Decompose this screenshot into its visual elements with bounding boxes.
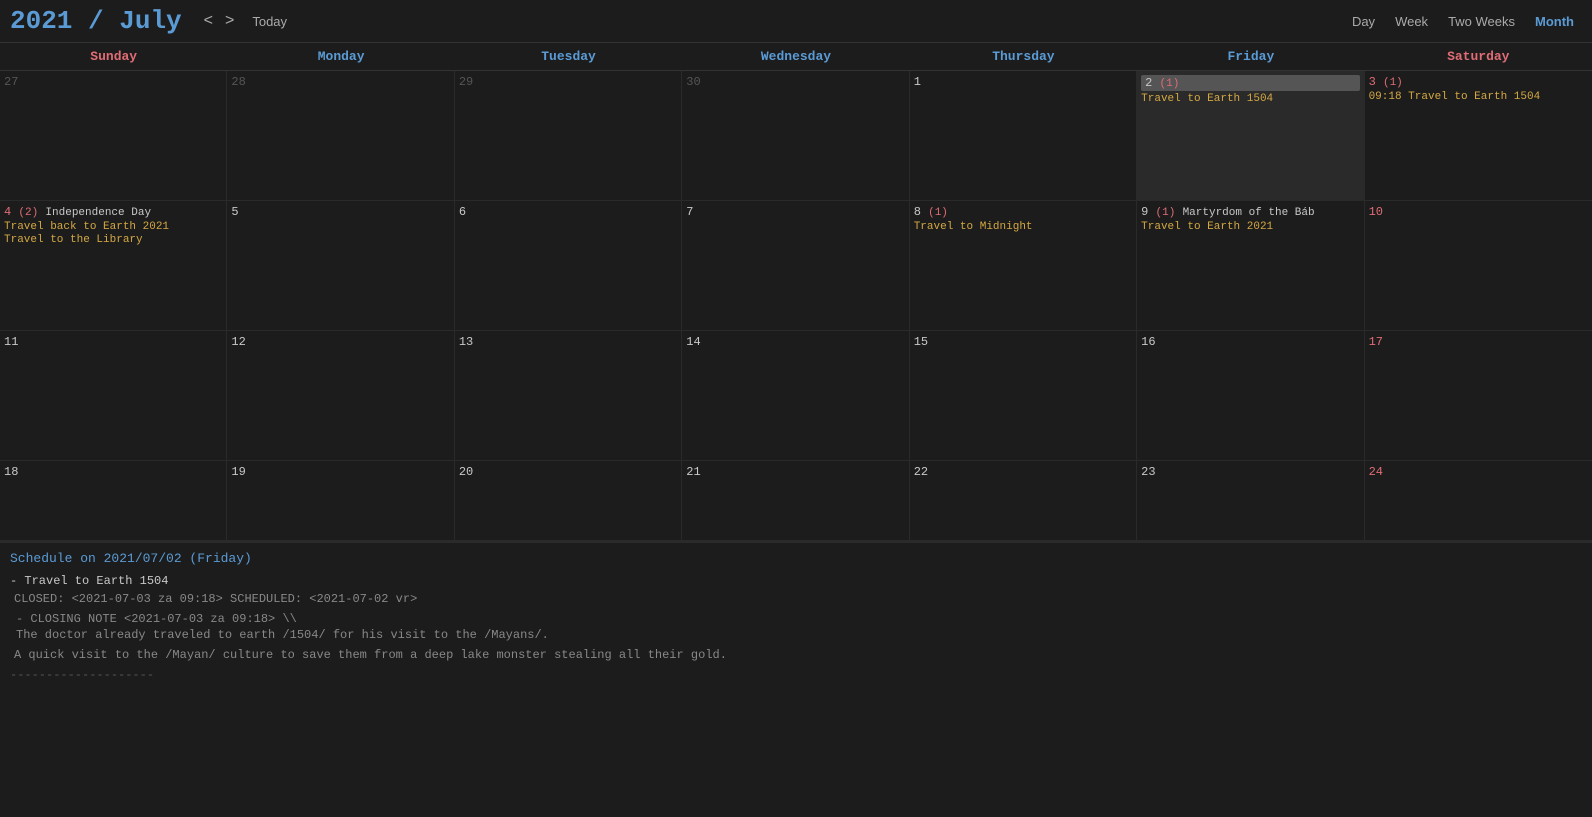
table-row[interactable]: 15 <box>910 331 1137 461</box>
day-number: 30 <box>686 75 904 89</box>
table-row[interactable]: 1 <box>910 71 1137 201</box>
day-number: 17 <box>1369 335 1588 349</box>
day-number: 4 (2) Independence Day <box>4 205 222 219</box>
table-row[interactable]: 7 <box>682 201 909 331</box>
calendar-grid: 27 28 29 30 1 2 (1) Travel to Earth 1504… <box>0 71 1592 541</box>
day-number: 7 <box>686 205 904 219</box>
prev-button[interactable]: < <box>198 10 219 32</box>
table-row[interactable]: 4 (2) Independence Day Travel back to Ea… <box>0 201 227 331</box>
table-row[interactable]: 22 <box>910 461 1137 541</box>
schedule-separator: -------------------- <box>10 668 1582 682</box>
event-travel-midnight[interactable]: Travel to Midnight <box>914 221 1132 233</box>
day-number: 1 <box>914 75 1132 89</box>
day-number: 18 <box>4 465 222 479</box>
day-number: 24 <box>1369 465 1588 479</box>
table-row[interactable]: 10 <box>1365 201 1592 331</box>
view-day-button[interactable]: Day <box>1344 12 1383 31</box>
schedule-panel: Schedule on 2021/07/02 (Friday) - Travel… <box>0 542 1592 690</box>
event-travel-back-earth[interactable]: Travel back to Earth 2021 <box>4 221 222 233</box>
day-number: 22 <box>914 465 1132 479</box>
day-number: 8 (1) <box>914 205 1132 219</box>
day-number: 13 <box>459 335 677 349</box>
dow-wednesday: Wednesday <box>682 43 909 70</box>
table-row[interactable]: 17 <box>1365 331 1592 461</box>
day-number: 27 <box>4 75 222 89</box>
dow-tuesday: Tuesday <box>455 43 682 70</box>
table-row[interactable]: 3 (1) 09:18 Travel to Earth 1504 <box>1365 71 1592 201</box>
calendar: Sunday Monday Tuesday Wednesday Thursday… <box>0 43 1592 541</box>
table-row[interactable]: 24 <box>1365 461 1592 541</box>
schedule-closing-note-label: - CLOSING NOTE <2021-07-03 za 09:18> \\ <box>16 612 1582 626</box>
day-number: 20 <box>459 465 677 479</box>
table-row[interactable]: 18 <box>0 461 227 541</box>
day-number: 3 (1) <box>1369 75 1588 89</box>
event-travel-library[interactable]: Travel to the Library <box>4 234 222 246</box>
day-number: 10 <box>1369 205 1588 219</box>
calendar-title: 2021 / July <box>10 6 182 36</box>
view-twoweeks-button[interactable]: Two Weeks <box>1440 12 1523 31</box>
day-number: 2 (1) <box>1141 75 1359 91</box>
table-row[interactable]: 27 <box>0 71 227 201</box>
table-row[interactable]: 8 (1) Travel to Midnight <box>910 201 1137 331</box>
calendar-header: Sunday Monday Tuesday Wednesday Thursday… <box>0 43 1592 71</box>
slash-label: / <box>72 6 119 36</box>
schedule-item-closed: CLOSED: <2021-07-03 za 09:18> SCHEDULED:… <box>14 592 1582 606</box>
dow-saturday: Saturday <box>1365 43 1592 70</box>
table-row[interactable]: 5 <box>227 201 454 331</box>
next-button[interactable]: > <box>219 10 240 32</box>
day-number: 14 <box>686 335 904 349</box>
table-row[interactable]: 20 <box>455 461 682 541</box>
table-row[interactable]: 9 (1) Martyrdom of the Báb Travel to Ear… <box>1137 201 1364 331</box>
table-row[interactable]: 29 <box>455 71 682 201</box>
day-number: 9 (1) Martyrdom of the Báb <box>1141 205 1359 219</box>
schedule-desc: A quick visit to the /Mayan/ culture to … <box>14 648 1582 662</box>
event-travel-earth-2021[interactable]: Travel to Earth 2021 <box>1141 221 1359 233</box>
day-number: 23 <box>1141 465 1359 479</box>
event-travel-earth-1504-fri2[interactable]: Travel to Earth 1504 <box>1141 93 1359 105</box>
day-number: 6 <box>459 205 677 219</box>
day-number: 29 <box>459 75 677 89</box>
today-button[interactable]: Today <box>244 12 295 31</box>
day-number: 19 <box>231 465 449 479</box>
day-number: 11 <box>4 335 222 349</box>
table-row[interactable]: 13 <box>455 331 682 461</box>
dow-friday: Friday <box>1137 43 1364 70</box>
schedule-title: Schedule on 2021/07/02 (Friday) <box>10 551 1582 566</box>
table-row[interactable]: 23 <box>1137 461 1364 541</box>
table-row[interactable]: 14 <box>682 331 909 461</box>
event-travel-earth-1504-sat3[interactable]: 09:18 Travel to Earth 1504 <box>1369 91 1588 103</box>
table-row[interactable]: 16 <box>1137 331 1364 461</box>
table-row[interactable]: 11 <box>0 331 227 461</box>
view-month-button[interactable]: Month <box>1527 12 1582 31</box>
schedule-item-title: - Travel to Earth 1504 <box>10 574 168 588</box>
day-number: 12 <box>231 335 449 349</box>
schedule-note-line1: The doctor already traveled to earth /15… <box>16 628 1582 642</box>
table-row[interactable]: 19 <box>227 461 454 541</box>
day-number: 21 <box>686 465 904 479</box>
year-label: 2021 <box>10 6 72 36</box>
day-number: 5 <box>231 205 449 219</box>
month-label: July <box>119 6 181 36</box>
day-number: 28 <box>231 75 449 89</box>
day-number: 15 <box>914 335 1132 349</box>
view-buttons: Day Week Two Weeks Month <box>1344 12 1582 31</box>
table-row[interactable]: 12 <box>227 331 454 461</box>
dow-thursday: Thursday <box>910 43 1137 70</box>
dow-monday: Monday <box>227 43 454 70</box>
table-row[interactable]: 30 <box>682 71 909 201</box>
view-week-button[interactable]: Week <box>1387 12 1436 31</box>
dow-sunday: Sunday <box>0 43 227 70</box>
table-row[interactable]: 21 <box>682 461 909 541</box>
day-number: 16 <box>1141 335 1359 349</box>
table-row[interactable]: 2 (1) Travel to Earth 1504 <box>1137 71 1364 201</box>
table-row[interactable]: 6 <box>455 201 682 331</box>
table-row[interactable]: 28 <box>227 71 454 201</box>
